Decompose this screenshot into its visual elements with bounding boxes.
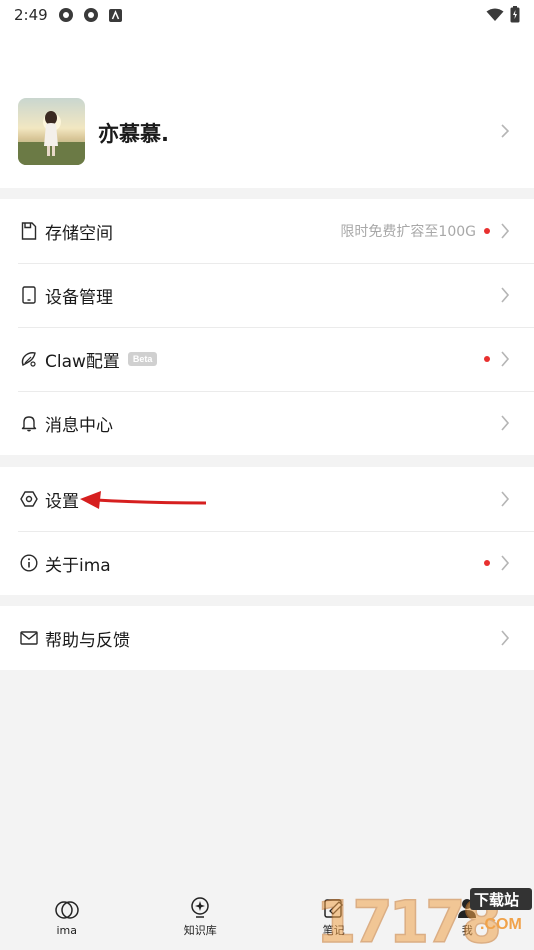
notification-app-icon xyxy=(83,7,99,23)
claw-icon xyxy=(20,350,38,368)
note-icon xyxy=(322,896,346,920)
battery-icon xyxy=(510,6,520,27)
tab-notes[interactable]: 笔记 xyxy=(267,884,401,950)
ima-logo-icon xyxy=(55,898,79,922)
tab-ima[interactable]: ima xyxy=(0,884,134,950)
tab-label: 我 xyxy=(461,924,473,937)
info-icon xyxy=(20,554,38,572)
tab-me[interactable]: 我 xyxy=(401,884,534,950)
profile-section[interactable]: 亦慕慕. xyxy=(0,30,534,188)
menu-group-app: 设置 关于ima xyxy=(0,467,534,595)
status-time: 2:49 xyxy=(14,6,48,24)
storage-icon xyxy=(20,222,38,240)
chevron-right-icon xyxy=(501,287,510,303)
settings-icon xyxy=(20,490,38,508)
username: 亦慕慕. xyxy=(98,122,169,146)
red-dot-badge xyxy=(484,356,490,362)
notification-a-icon xyxy=(108,7,124,23)
red-dot-badge xyxy=(484,560,490,566)
tab-label: 知识库 xyxy=(183,924,217,937)
menu-item-label: Claw配置 xyxy=(45,351,120,372)
menu-group-account: 存储空间 限时免费扩容至100G 设备管理 Claw配置 Beta 消息中心 xyxy=(0,199,534,455)
menu-item-label: 关于ima xyxy=(45,555,111,576)
menu-item-claw-config[interactable]: Claw配置 Beta xyxy=(0,327,534,391)
menu-item-label: 设置 xyxy=(45,491,79,512)
mail-icon xyxy=(20,629,38,647)
red-dot-badge xyxy=(484,228,490,234)
tab-label: 笔记 xyxy=(322,924,345,937)
menu-item-label: 帮助与反馈 xyxy=(45,630,130,651)
menu-item-storage[interactable]: 存储空间 限时免费扩容至100G xyxy=(0,199,534,263)
chevron-right-icon xyxy=(501,124,510,138)
menu-item-help-feedback[interactable]: 帮助与反馈 xyxy=(0,606,534,670)
menu-item-label: 设备管理 xyxy=(45,287,113,308)
person-icon xyxy=(455,896,479,920)
tab-label: ima xyxy=(56,923,77,937)
chevron-right-icon xyxy=(501,415,510,431)
chevron-right-icon xyxy=(501,223,510,239)
menu-group-support: 帮助与反馈 xyxy=(0,606,534,670)
bottom-tab-bar: ima 知识库 笔记 我 xyxy=(0,884,534,950)
menu-item-settings[interactable]: 设置 xyxy=(0,467,534,531)
beta-badge: Beta xyxy=(127,352,158,366)
menu-item-label: 存储空间 xyxy=(45,223,113,244)
bell-icon xyxy=(20,414,38,432)
knowledge-bulb-icon xyxy=(188,896,212,920)
chevron-right-icon xyxy=(501,351,510,367)
chevron-right-icon xyxy=(501,630,510,646)
status-bar: 2:49 xyxy=(0,0,534,30)
menu-item-device-management[interactable]: 设备管理 xyxy=(0,263,534,327)
menu-item-message-center[interactable]: 消息中心 xyxy=(0,391,534,455)
wifi-icon xyxy=(486,8,504,26)
chevron-right-icon xyxy=(501,491,510,507)
menu-item-label: 消息中心 xyxy=(45,415,113,436)
tab-knowledge-base[interactable]: 知识库 xyxy=(134,884,268,950)
chevron-right-icon xyxy=(501,555,510,571)
notification-app-icon xyxy=(58,7,74,23)
menu-item-about[interactable]: 关于ima xyxy=(0,531,534,595)
avatar[interactable] xyxy=(18,98,85,165)
device-icon xyxy=(20,286,38,304)
storage-promo-hint: 限时免费扩容至100G xyxy=(340,224,476,240)
